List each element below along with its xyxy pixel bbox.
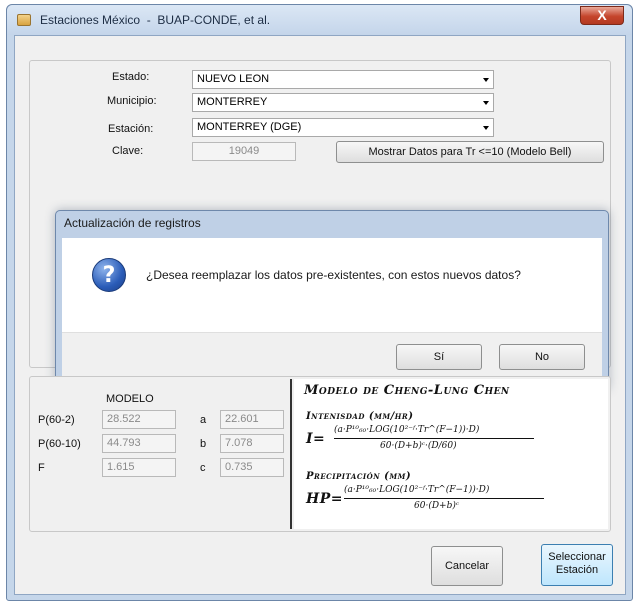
close-button[interactable]: X [580,6,624,25]
model-group: MODELO P(60-2) 28.522 a 22.601 P(60-10) … [29,376,611,532]
window-title: Estaciones México - BUAP-CONDE, et al. [40,13,271,27]
p10-label: P(60-10) [38,438,81,450]
p10-field[interactable]: 44.793 [102,434,176,453]
dialog-message: ¿Desea reemplazar los datos pre-existent… [146,268,521,282]
select-station-button[interactable]: Seleccionar Estación [541,544,613,586]
no-button[interactable]: No [499,344,585,370]
mostrar-datos-button[interactable]: Mostrar Datos para Tr <=10 (Modelo Bell) [336,141,604,163]
question-icon: ? [92,258,126,292]
client-area: Estado: NUEVO LEON Municipio: MONTERREY … [14,35,626,595]
chevron-down-icon[interactable] [483,101,489,105]
p2-label: P(60-2) [38,414,75,426]
formula-title: Modelo de Cheng-Lung Chen [304,383,510,398]
i-fraction-line [334,438,534,439]
select-station-line2: Estación [555,564,599,576]
p2-field[interactable]: 28.522 [102,410,176,429]
i-denominator: 60·(D+b)ᶜ·(D/60) [380,441,457,451]
f-label: F [38,462,45,474]
b-label: b [200,438,207,450]
clave-field[interactable]: 19049 [192,142,296,161]
title-bar[interactable]: Estaciones México - BUAP-CONDE, et al. X [7,5,632,35]
estacion-label: Estación: [108,123,154,135]
divider [290,379,292,529]
estacion-select[interactable]: MONTERREY (DGE) [192,118,494,137]
a-field[interactable]: 22.601 [220,410,284,429]
c-field[interactable]: 0.735 [220,458,284,477]
municipio-select[interactable]: MONTERREY [192,93,494,112]
estado-value: NUEVO LEON [197,73,270,85]
chevron-down-icon[interactable] [483,78,489,82]
c-label: c [200,462,206,474]
confirm-dialog: Actualización de registros ? ¿Desea reem… [55,210,609,390]
main-window: Estaciones México - BUAP-CONDE, et al. X… [6,4,633,601]
a-label: a [200,414,207,426]
app-icon [17,14,31,26]
yes-button[interactable]: Sí [396,344,482,370]
cancel-button[interactable]: Cancelar [431,546,503,586]
precip-heading: Precipitación (mm) [306,471,412,482]
intensity-heading: Intenisdad (mm/hr) [306,411,414,422]
f-field[interactable]: 1.615 [102,458,176,477]
estado-select[interactable]: NUEVO LEON [192,70,494,89]
hp-symbol: HP= [306,491,343,507]
estacion-value: MONTERREY (DGE) [197,121,302,133]
model-heading: MODELO [106,393,154,405]
dialog-body: ? ¿Desea reemplazar los datos pre-existe… [62,238,602,332]
dialog-title: Actualización de registros [64,216,201,230]
i-numerator: (a·P¹⁰₆₀·LOG(10²⁻ᶠ·Tr^(F−1))·D) [334,425,480,435]
i-symbol: I= [306,431,326,447]
hp-fraction-line [344,498,544,499]
municipio-label: Municipio: [107,95,157,107]
estado-label: Estado: [112,71,150,83]
hp-denominator: 60·(D+b)ᶜ [414,501,460,511]
clave-label: Clave: [112,145,144,157]
hp-numerator: (a·P¹⁰₆₀·LOG(10²⁻ᶠ·Tr^(F−1))·D) [344,485,490,495]
chevron-down-icon[interactable] [483,126,489,130]
municipio-value: MONTERREY [197,96,268,108]
b-field[interactable]: 7.078 [220,434,284,453]
select-station-line1: Seleccionar [548,551,606,563]
formula-panel: Modelo de Cheng-Lung Chen Intenisdad (mm… [294,379,608,529]
